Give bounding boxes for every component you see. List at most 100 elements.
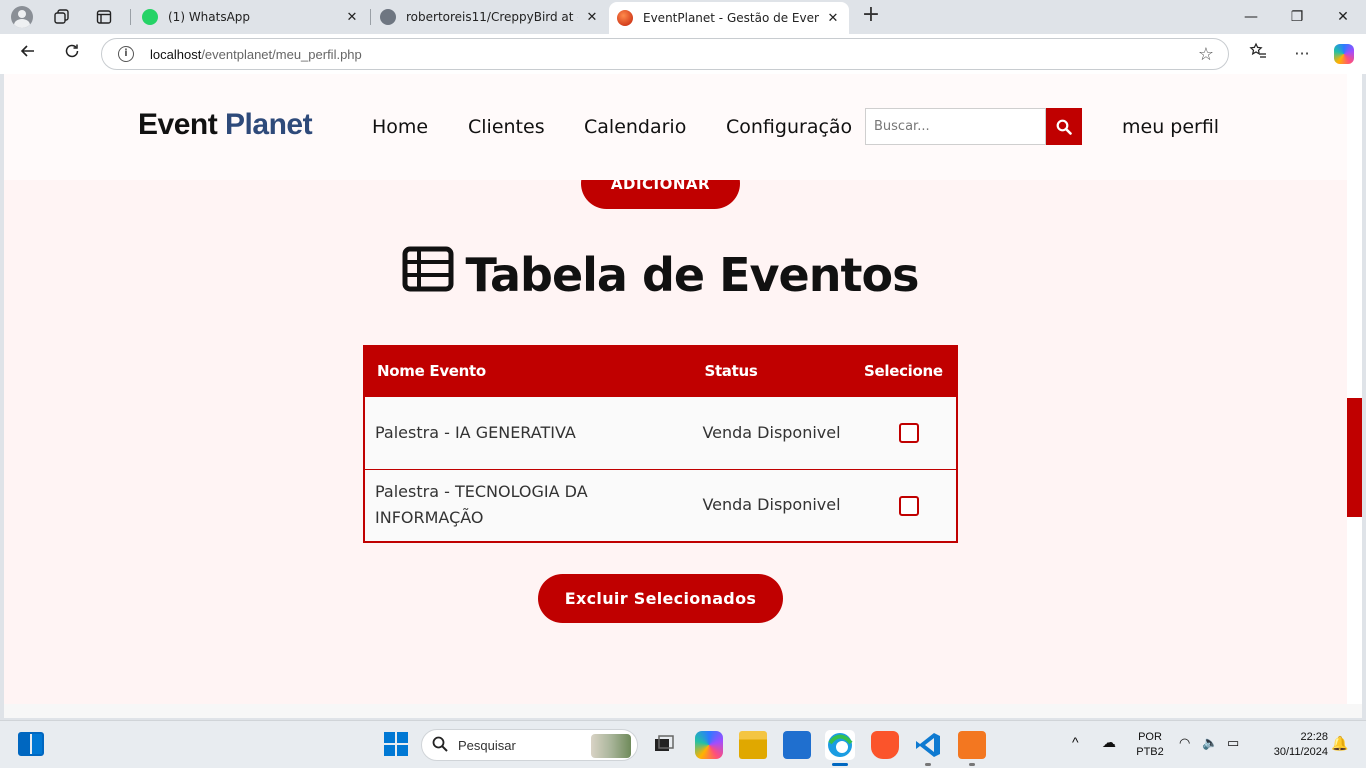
page-viewport: Event Planet Home Clientes Calendario Co… [4,74,1362,718]
row-checkbox[interactable] [898,423,919,443]
column-header-name: Nome Evento [364,346,693,396]
refresh-icon [65,44,79,58]
favorites-button[interactable] [1245,42,1271,66]
site-search [865,108,1082,145]
profile-button[interactable] [9,5,35,29]
windows-logo-icon [384,732,408,756]
arrow-left-icon [20,45,34,57]
page-body: Event Planet Home Clientes Calendario Co… [4,74,1347,704]
search-icon [432,736,448,756]
column-header-status: Status [692,346,852,396]
address-bar[interactable]: i localhost/eventplanet/meu_perfil.php ☆ [101,38,1229,70]
whatsapp-icon [142,9,158,25]
xampp-icon[interactable] [958,731,986,759]
file-explorer-icon[interactable] [739,731,767,759]
widgets-icon[interactable] [18,732,44,756]
workspaces-icon [54,9,69,24]
taskbar-search-placeholder: Pesquisar [458,738,516,753]
more-dots-icon: ··· [1294,44,1310,63]
volume-icon[interactable]: 🔈 [1202,735,1218,750]
notification-bell-icon[interactable]: 🔔 [1331,736,1348,751]
new-tab-button[interactable]: + [860,4,882,27]
event-name: Palestra - TECNOLOGIA DA INFORMAÇÃO [364,468,693,542]
start-button[interactable] [383,731,411,759]
table-row: Palestra - TECNOLOGIA DA INFORMAÇÃO Vend… [364,468,957,542]
table-header-row: Nome Evento Status Selecione [364,346,957,396]
nav-calendario[interactable]: Calendario [584,116,686,138]
language-indicator[interactable]: POR PTB2 [1134,730,1166,760]
copilot-button[interactable] [1331,42,1357,66]
nav-meu-perfil[interactable]: meu perfil [1122,116,1219,138]
column-header-select: Selecione [851,346,957,396]
favorite-star-icon[interactable]: ☆ [1198,44,1214,65]
running-app-indicator [925,763,931,766]
tab-title: (1) WhatsApp [168,10,251,24]
event-name: Palestra - IA GENERATIVA [364,395,693,469]
tab-eventplanet[interactable]: EventPlanet - Gestão de Eventos ✕ [609,2,849,34]
close-icon[interactable]: ✕ [344,10,360,25]
microsoft-store-icon[interactable] [783,731,811,759]
tab-actions-icon [96,10,112,24]
wifi-icon[interactable]: ◠ [1179,735,1190,750]
delete-selected-button[interactable]: Excluir Selecionados [538,574,783,623]
minimize-button[interactable]: — [1228,4,1274,30]
url-text[interactable]: localhost/eventplanet/meu_perfil.php [150,47,362,62]
tab-separator [130,9,131,25]
table-list-icon [402,246,454,303]
tab-title: EventPlanet - Gestão de Eventos [643,11,819,25]
active-app-indicator [832,763,848,766]
search-highlight-image [591,734,631,758]
tab-github[interactable]: robertoreis11/CreppyBird at deve ✕ [372,2,608,32]
favorites-list-icon [1249,42,1266,58]
edge-icon[interactable] [825,730,855,760]
tab-actions-button[interactable] [91,5,117,29]
refresh-button[interactable] [59,42,85,66]
task-view-icon[interactable] [651,731,679,759]
table-row: Palestra - IA GENERATIVA Venda Disponive… [364,395,957,469]
onedrive-icon[interactable]: ☁ [1102,735,1116,750]
restore-button[interactable]: ❐ [1274,4,1320,30]
vscode-icon[interactable] [914,731,942,759]
windows-taskbar: Pesquisar ^ ☁ POR PTB2 ◠ 🔈 ▭ 22:28 30/11… [0,720,1366,768]
events-table: Nome Evento Status Selecione Palestra - … [363,345,958,543]
running-app-indicator [969,763,975,766]
browser-tab-bar: (1) WhatsApp ✕ robertoreis11/CreppyBird … [0,0,1366,34]
nav-clientes[interactable]: Clientes [468,116,545,138]
eventplanet-favicon-icon [617,10,633,26]
row-checkbox[interactable] [898,495,919,516]
close-window-button[interactable]: ✕ [1320,4,1366,30]
taskbar-search[interactable]: Pesquisar [421,729,638,761]
event-status: Venda Disponivel [692,395,852,469]
scrollbar-thumb[interactable] [1347,398,1362,517]
copilot-app-icon[interactable] [695,731,723,759]
tab-title: robertoreis11/CreppyBird at deve [406,10,578,24]
page-title: Tabela de Eventos [4,246,1316,303]
nav-configuracao[interactable]: Configuração [726,116,852,138]
select-cell [851,395,957,469]
close-icon[interactable]: ✕ [825,11,841,26]
search-input[interactable] [865,108,1046,145]
tray-expand-icon[interactable]: ^ [1072,735,1079,750]
page-title-text: Tabela de Eventos [465,247,920,302]
site-logo[interactable]: Event Planet [138,108,313,142]
brave-icon[interactable] [871,731,899,759]
nav-home[interactable]: Home [372,116,428,138]
site-info-icon[interactable]: i [118,46,134,62]
search-button[interactable] [1046,108,1082,145]
site-header: Event Planet Home Clientes Calendario Co… [4,74,1347,180]
workspaces-button[interactable] [49,5,75,29]
tab-separator [370,9,371,25]
close-icon[interactable]: ✕ [584,10,600,25]
profile-icon [11,6,33,28]
battery-icon[interactable]: ▭ [1227,735,1239,750]
copilot-icon [1334,44,1354,64]
back-button[interactable] [15,42,41,66]
more-menu-button[interactable]: ··· [1289,42,1315,66]
search-icon [1056,119,1072,135]
github-icon [380,9,396,25]
clock[interactable]: 22:28 30/11/2024 [1256,730,1328,760]
page-bottom-edge [4,704,1362,718]
select-cell [851,468,957,542]
event-status: Venda Disponivel [692,468,852,542]
tab-whatsapp[interactable]: (1) WhatsApp ✕ [134,2,368,32]
